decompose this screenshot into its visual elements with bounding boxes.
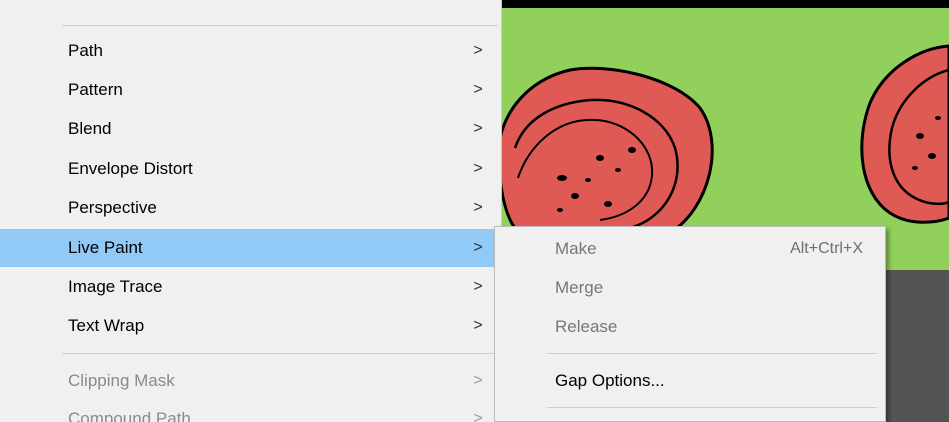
submenu-separator <box>547 407 877 408</box>
submenu-item-make[interactable]: Make Alt+Ctrl+X <box>495 230 885 268</box>
menu-item-label: Blend <box>68 119 112 138</box>
menu-item-blend[interactable]: Blend > <box>0 110 500 148</box>
submenu-arrow-icon: > <box>473 199 483 216</box>
submenu-arrow-icon: > <box>473 120 483 137</box>
submenu-arrow-icon: > <box>473 42 483 59</box>
menu-item-label: Text Wrap <box>68 316 145 335</box>
watermelon-slice-left <box>500 66 714 250</box>
menu-item-envelope-distort[interactable]: Envelope Distort > <box>0 150 500 188</box>
shortcut-label: Alt+Ctrl+X <box>790 240 863 257</box>
menu-item-label: Pattern <box>68 80 123 99</box>
menu-item-label: Image Trace <box>68 277 163 296</box>
menu-item-label: Clipping Mask <box>68 371 175 390</box>
menu-item-text-wrap[interactable]: Text Wrap > <box>0 307 500 345</box>
menu-item-label: Perspective <box>68 198 157 217</box>
submenu-item-label: Release <box>555 317 618 336</box>
submenu-item-gap-options[interactable]: Gap Options... <box>495 362 885 400</box>
menu-item-label: Envelope Distort <box>68 159 193 178</box>
menu-item-label: Compound Path <box>68 409 191 422</box>
menu-item-pattern[interactable]: Pattern > <box>0 71 500 109</box>
submenu-arrow-icon: > <box>473 278 483 295</box>
watermelon-slice-right <box>860 44 949 224</box>
menu-separator <box>62 353 498 354</box>
menu-item-compound-path[interactable]: Compound Path > <box>0 400 500 422</box>
submenu-separator <box>547 353 877 354</box>
submenu-item-label: Make <box>555 239 597 258</box>
menu-item-clipping-mask[interactable]: Clipping Mask > <box>0 362 500 400</box>
submenu-item-label: Merge <box>555 278 604 297</box>
illustrator-canvas: Path > Pattern > Blend > Envelope Distor… <box>0 0 949 422</box>
submenu-item-label: Gap Options... <box>555 371 665 390</box>
submenu-arrow-icon: > <box>473 81 483 98</box>
menu-item-perspective[interactable]: Perspective > <box>0 189 500 227</box>
object-menu: Path > Pattern > Blend > Envelope Distor… <box>0 0 502 422</box>
menu-separator <box>62 25 498 26</box>
submenu-arrow-icon: > <box>473 410 483 422</box>
submenu-arrow-icon: > <box>473 372 483 389</box>
submenu-arrow-icon: > <box>473 317 483 334</box>
menu-item-label: Path <box>68 41 103 60</box>
submenu-item-release[interactable]: Release <box>495 308 885 346</box>
submenu-arrow-icon: > <box>473 160 483 177</box>
submenu-arrow-icon: > <box>473 239 483 256</box>
menu-item-label: Live Paint <box>68 238 143 257</box>
live-paint-submenu: Make Alt+Ctrl+X Merge Release Gap Option… <box>494 226 886 422</box>
submenu-item-merge[interactable]: Merge <box>495 269 885 307</box>
menu-item-live-paint[interactable]: Live Paint > <box>0 229 500 267</box>
menu-item-path[interactable]: Path > <box>0 32 500 70</box>
menu-item-image-trace[interactable]: Image Trace > <box>0 268 500 306</box>
